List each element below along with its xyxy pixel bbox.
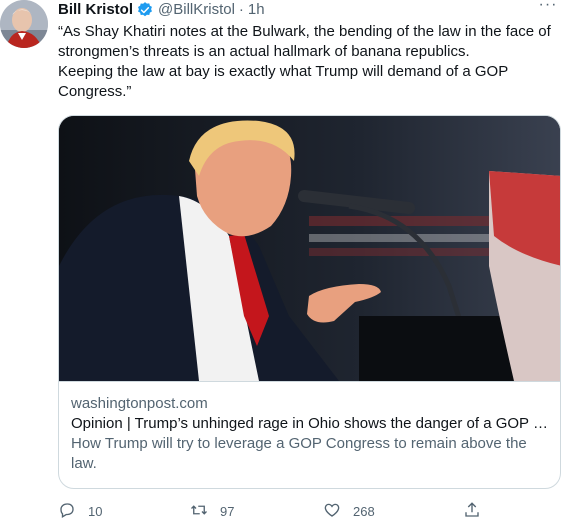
avatar[interactable] — [0, 0, 48, 48]
reply-button[interactable]: 10 — [58, 500, 102, 522]
author-name[interactable]: Bill Kristol — [58, 0, 133, 20]
tweet-header: Bill Kristol @BillKristol · 1h — [58, 0, 561, 20]
tweet-text: “As Shay Khatiri notes at the Bulwark, t… — [58, 22, 558, 102]
separator-dot: · — [238, 1, 244, 18]
tweet[interactable]: Bill Kristol @BillKristol · 1h ··· “As S… — [0, 0, 561, 527]
link-card-image[interactable] — [59, 116, 560, 381]
like-button[interactable]: 268 — [323, 500, 375, 522]
link-card-title: Opinion | Trump’s unhinged rage in Ohio … — [71, 415, 548, 432]
link-card[interactable]: washingtonpost.com Opinion | Trump’s unh… — [58, 115, 561, 489]
share-icon — [463, 501, 481, 522]
link-card-domain: washingtonpost.com — [71, 395, 208, 412]
retweet-count: 97 — [220, 503, 235, 519]
timestamp[interactable]: 1h — [248, 0, 265, 20]
link-card-meta[interactable]: washingtonpost.com Opinion | Trump’s unh… — [59, 381, 560, 488]
more-icon[interactable]: ··· — [537, 0, 559, 18]
link-card-description: How Trump will try to leverage a GOP Con… — [71, 435, 527, 472]
retweet-button[interactable]: 97 — [190, 500, 234, 522]
share-button[interactable] — [463, 500, 481, 522]
tweet-actions: 10 97 268 — [58, 500, 558, 522]
like-icon — [323, 501, 341, 522]
reply-icon — [58, 501, 76, 522]
tweet-text-paragraph-2: Keeping the law at bay is exactly what T… — [58, 63, 508, 100]
retweet-icon — [190, 501, 208, 522]
reply-count: 10 — [88, 503, 103, 519]
author-handle[interactable]: @BillKristol — [158, 0, 235, 20]
verified-badge-icon — [136, 1, 154, 19]
tweet-text-paragraph-1: “As Shay Khatiri notes at the Bulwark, t… — [58, 23, 551, 60]
like-count: 268 — [353, 503, 375, 519]
